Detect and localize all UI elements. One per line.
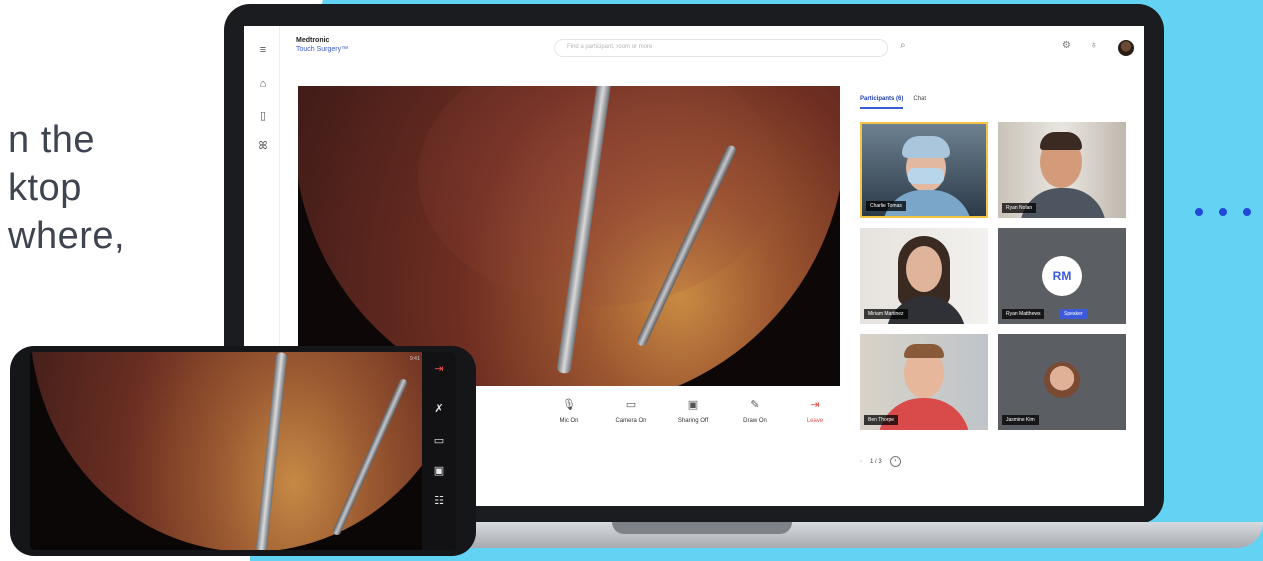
participant-name: Ben Thorpe [864, 415, 899, 425]
participant-avatar [1044, 362, 1080, 398]
participant-name: Ryan Matthews [1002, 309, 1045, 319]
brand-name: Medtronic [296, 37, 330, 44]
participant-tile[interactable]: RM Ryan Matthews Speaker [998, 228, 1126, 324]
brand-block: Medtronic Touch Surgery™ [296, 37, 348, 53]
page-indicator: 1 / 3 [870, 458, 882, 465]
dot [1195, 208, 1203, 216]
dot [1243, 208, 1251, 216]
participant-initials: RM [1042, 256, 1082, 296]
surgical-cap [902, 136, 950, 158]
leave-icon: ⇥ [810, 399, 820, 411]
participants-icon[interactable]: ☷ [432, 494, 446, 507]
call-controls: 🎙︎ Mic On ▭ Camera On ▣ Sharing Off ✎ Dr… [544, 398, 844, 438]
draw-label: Draw On [743, 418, 767, 424]
draw-icon: ✎ [750, 399, 760, 411]
hair [1040, 132, 1082, 150]
camera-icon: ▭ [625, 399, 637, 411]
chevron-left-icon[interactable]: ‹ [860, 459, 862, 465]
promo-line-1: n the [8, 119, 96, 161]
dot [1219, 208, 1227, 216]
participant-tile[interactable]: Charlie Tomas [860, 122, 988, 218]
participant-pager: ‹ 1 / 3 › [860, 456, 901, 467]
camera-label: Camera On [615, 418, 647, 424]
chevron-right-icon[interactable]: › [889, 456, 901, 467]
participant-face [906, 246, 942, 292]
camera-button[interactable]: ▭ Camera On [606, 398, 656, 424]
menu-icon[interactable]: ≡ [257, 44, 269, 56]
avatar[interactable] [1118, 40, 1134, 56]
search-icon[interactable]: ⌕ [900, 40, 906, 51]
participant-name: Charlie Tomas [866, 201, 906, 211]
home-icon[interactable]: ⌂ [257, 78, 269, 90]
laptop-base [390, 522, 1263, 548]
room-name[interactable]: Touch Surgery™ [296, 46, 348, 53]
main-video [298, 86, 840, 386]
tab-participants[interactable]: Participants (6) [860, 96, 904, 109]
mic-icon: 🎙︎ [562, 399, 576, 411]
draw-button[interactable]: ✎ Draw On [730, 398, 780, 424]
share-button[interactable]: ▣ Sharing Off [668, 398, 718, 424]
leave-icon[interactable]: ⇥ [432, 362, 446, 375]
camera-icon[interactable]: ▭ [432, 434, 446, 447]
phone-screen: ⇥ ✗ ▭ ▣ ☷ 9:41 [30, 352, 456, 550]
promo-line-3: where, [8, 215, 126, 257]
decorative-dots [1195, 208, 1251, 216]
tab-chat[interactable]: Chat [913, 96, 926, 109]
phone-control-bar: ⇥ ✗ ▭ ▣ ☷ [422, 352, 456, 550]
leave-button[interactable]: ⇥ Leave [790, 398, 840, 424]
participant-tile[interactable]: Ryan Nolan [998, 122, 1126, 218]
participant-name: Jasmine Kim [1002, 415, 1039, 425]
notification-icon[interactable]: ♁ [1090, 40, 1098, 51]
mic-button[interactable]: 🎙︎ Mic On [544, 398, 594, 424]
participant-name: Ryan Nolan [1002, 203, 1037, 213]
hair [904, 344, 944, 358]
promo-text: n the ktop where, [8, 116, 125, 260]
mic-label: Mic On [559, 418, 579, 424]
share-label: Sharing Off [677, 418, 709, 424]
panel-tabs: Participants (6) Chat [860, 96, 926, 109]
leave-label: Leave [806, 418, 824, 424]
endoscope-view [30, 352, 456, 550]
screen-share-icon: ▣ [687, 399, 699, 411]
screen-share-icon[interactable]: ▣ [432, 464, 446, 477]
surgical-mask [908, 168, 944, 184]
speaker-badge: Speaker [1060, 309, 1087, 319]
participant-tile[interactable]: Ben Thorpe [860, 334, 988, 430]
phone-status-time: 9:41 [410, 356, 420, 362]
participant-name: Miriam Martinez [864, 309, 908, 319]
participant-tile[interactable]: Miriam Martinez [860, 228, 988, 324]
people-icon[interactable]: ꕤ [257, 140, 269, 152]
mic-off-icon[interactable]: ✗ [432, 402, 446, 415]
participant-tile[interactable]: Jasmine Kim [998, 334, 1126, 430]
sweater [878, 398, 970, 430]
laptop-notch [612, 522, 792, 534]
search-input[interactable]: Find a participant, room or more [554, 39, 888, 57]
document-icon[interactable]: ▯ [257, 110, 269, 122]
settings-icon[interactable]: ⚙ [1062, 40, 1071, 51]
promo-line-2: ktop [8, 167, 82, 209]
